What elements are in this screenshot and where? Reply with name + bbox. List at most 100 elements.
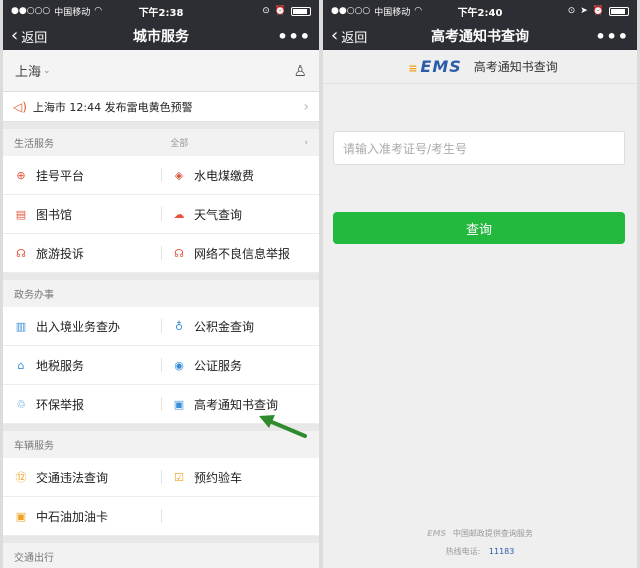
service-row: ⊕ 挂号平台 ◈ 水电煤缴费 <box>3 156 319 195</box>
left-screen: ●●○○○ 中国移动 ◠ 下午2:38 ⊙ ⏰ ‹ 返回 城市服务 ••• 上海… <box>3 0 319 568</box>
service-label: 旅游投诉 <box>36 246 85 261</box>
check-box-icon: ☑ <box>174 470 184 484</box>
service-item[interactable]: ☊ 旅游投诉 <box>3 234 161 272</box>
ems-header: ≡ EMS 高考通知书查询 <box>323 50 637 84</box>
city-selector[interactable]: 上海 <box>15 61 41 80</box>
service-item[interactable]: ♲ 环保举报 <box>3 385 161 423</box>
service-item[interactable]: ▣ 中石油加油卡 <box>3 497 161 535</box>
service-label: 天气查询 <box>194 207 243 222</box>
service-item[interactable]: ⑫ 交通违法查询 <box>3 458 161 496</box>
service-label: 水电煤缴费 <box>194 168 255 183</box>
service-item[interactable]: ☑ 预约验车 <box>161 458 319 496</box>
lock-rotation-icon: ⊙ <box>567 6 576 16</box>
chevron-right-icon: › <box>303 98 309 115</box>
more-button[interactable]: ••• <box>277 27 311 46</box>
weather-alert[interactable]: ◁) 上海市 12:44 发布雷电黄色预警 › <box>3 92 319 122</box>
service-label: 公证服务 <box>194 358 243 373</box>
library-icon: ▤ <box>15 207 27 221</box>
piggy-bank-icon: ♁ <box>174 319 184 333</box>
chevron-left-icon: ‹ <box>11 25 19 46</box>
service-row: ▤ 图书馆 ☁ 天气查询 <box>3 195 319 234</box>
location-icon: ➤ <box>580 6 588 16</box>
service-label: 中石油加油卡 <box>36 509 109 524</box>
back-label: 返回 <box>21 30 48 46</box>
empty-cell <box>161 497 319 535</box>
query-button[interactable]: 查询 <box>333 212 625 244</box>
alarm-icon: ⏰ <box>274 6 286 16</box>
alarm-icon: ⏰ <box>592 6 604 16</box>
fuel-card-icon: ▣ <box>15 509 27 523</box>
ems-title: 高考通知书查询 <box>473 60 558 74</box>
service-row: ▣ 中石油加油卡 <box>3 497 319 536</box>
service-label: 图书馆 <box>36 207 73 222</box>
service-label: 交通违法查询 <box>36 470 109 485</box>
footer-provider: 中国邮政提供查询服务 <box>452 529 533 538</box>
notice-icon: ▣ <box>173 397 185 411</box>
service-label: 公积金查询 <box>194 319 255 334</box>
alert-text: 上海市 12:44 发布雷电黄色预警 <box>32 100 193 114</box>
back-button[interactable]: ‹ 返回 <box>11 27 47 46</box>
view-all-link[interactable]: 全部 <box>170 136 188 149</box>
section-title: 交通出行 <box>14 553 54 564</box>
section-header: 交通出行 <box>3 543 319 568</box>
ems-wing-icon: ≡ <box>408 62 419 75</box>
calendar-12-icon: ⑫ <box>15 471 27 484</box>
section-gap <box>3 536 319 543</box>
section-header: 政务办事 <box>3 280 319 307</box>
service-label: 出入境业务查办 <box>36 319 121 334</box>
passport-icon: ▥ <box>15 319 27 333</box>
ems-logo: ≡ EMS <box>402 57 462 76</box>
right-screen: ●●○○○ 中国移动 ◠ 下午2:40 ⊙ ➤ ⏰ ‹ 返回 高考通知书查询 •… <box>323 0 637 568</box>
service-row: ⑫ 交通违法查询 ☑ 预约验车 <box>3 458 319 497</box>
service-item[interactable]: ◉ 公证服务 <box>161 346 319 384</box>
service-row: ▥ 出入境业务查办 ♁ 公积金查询 <box>3 307 319 346</box>
footer: EMS 中国邮政提供查询服务 热线电话: 11183 <box>323 528 637 557</box>
service-item[interactable]: ☁ 天气查询 <box>161 195 319 233</box>
home-icon: ⌂ <box>17 358 25 372</box>
service-label: 挂号平台 <box>36 168 85 183</box>
exam-number-input[interactable]: 请输入准考证号/考生号 <box>333 131 625 165</box>
service-item[interactable]: ♁ 公积金查询 <box>161 307 319 345</box>
service-item[interactable]: ☊ 网络不良信息举报 <box>161 234 319 272</box>
service-item[interactable]: ⌂ 地税服务 <box>3 346 161 384</box>
section-gap <box>3 273 319 280</box>
service-item[interactable]: ◈ 水电煤缴费 <box>161 156 319 194</box>
hospital-icon: ⊕ <box>16 168 26 182</box>
service-item[interactable]: ⊕ 挂号平台 <box>3 156 161 194</box>
status-bar: ●●○○○ 中国移动 ◠ 下午2:40 ⊙ ➤ ⏰ <box>323 0 637 22</box>
back-button[interactable]: ‹ 返回 <box>331 27 367 46</box>
chevron-left-icon: ‹ <box>331 25 339 46</box>
service-grid: ⊕ 挂号平台 ◈ 水电煤缴费 ▤ 图书馆 ☁ 天气查询 ☊ 旅游投诉 ☊ 网络不良信息举报 <box>3 156 319 273</box>
water-drop-icon: ◈ <box>174 168 184 182</box>
service-item[interactable]: ▤ 图书馆 <box>3 195 161 233</box>
status-bar: ●●○○○ 中国移动 ◠ 下午2:38 ⊙ ⏰ <box>3 0 319 22</box>
service-sections: 生活服务 全部 › ⊕ 挂号平台 ◈ 水电煤缴费 ▤ 图书馆 ☁ 天气查询 ☊ 旅游投诉 ☊ 网络不良信息… <box>3 122 319 568</box>
battery-icon <box>291 6 311 16</box>
section-header: 生活服务 全部 › <box>3 129 319 156</box>
service-label: 预约验车 <box>194 470 243 485</box>
battery-icon <box>609 6 629 16</box>
weather-icon: ☁ <box>173 207 185 221</box>
service-label: 地税服务 <box>36 358 85 373</box>
nav-bar: ‹ 返回 城市服务 ••• <box>3 22 319 50</box>
service-item[interactable]: ▥ 出入境业务查办 <box>3 307 161 345</box>
caret-down-icon[interactable]: ⌄ <box>43 66 51 76</box>
section-title: 车辆服务 <box>14 441 54 452</box>
chevron-right-icon[interactable]: › <box>304 138 308 148</box>
annotation-arrow <box>259 415 307 438</box>
service-label: 高考通知书查询 <box>194 397 279 412</box>
report-icon: ☊ <box>174 246 184 260</box>
page-title: 城市服务 <box>133 29 189 45</box>
section-gap <box>3 122 319 129</box>
hotline-number[interactable]: 11183 <box>489 547 514 556</box>
more-button[interactable]: ••• <box>595 27 629 46</box>
input-placeholder: 请输入准考证号/考生号 <box>343 141 468 156</box>
recycle-icon: ♲ <box>16 397 26 411</box>
back-label: 返回 <box>341 30 368 46</box>
section-title: 政务办事 <box>14 290 54 301</box>
user-icon[interactable]: ♙ <box>294 62 307 80</box>
nav-bar: ‹ 返回 高考通知书查询 ••• <box>323 22 637 50</box>
service-row: ⌂ 地税服务 ◉ 公证服务 <box>3 346 319 385</box>
service-grid: ▥ 出入境业务查办 ♁ 公积金查询 ⌂ 地税服务 ◉ 公证服务 ♲ 环保举报 ▣ 高考通知书查询 <box>3 307 319 424</box>
headset-icon: ☊ <box>16 246 26 260</box>
